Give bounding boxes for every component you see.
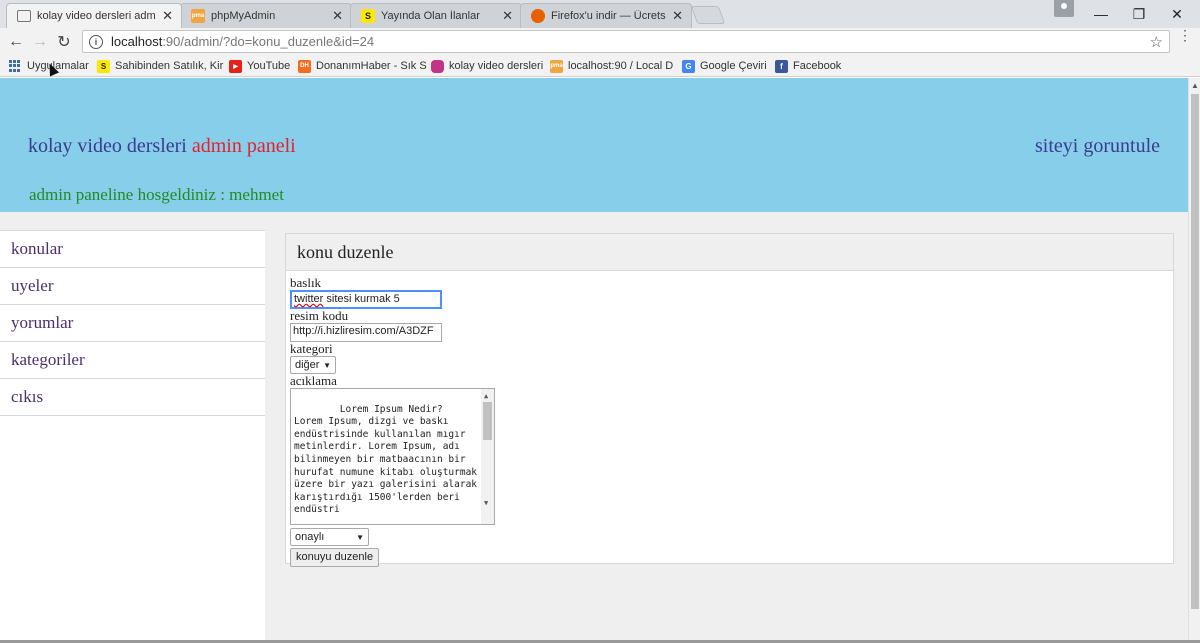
close-tab-icon[interactable]: ✕ xyxy=(162,8,173,24)
tab-strip: kolay video dersleri adm ✕ pma phpMyAdmi… xyxy=(0,0,1200,28)
user-profile-icon[interactable] xyxy=(1054,0,1074,17)
site-header: kolay video dersleri admin paneli siteyi… xyxy=(0,78,1188,212)
sahibinden-icon: S xyxy=(97,59,110,73)
tab-title: Yayında Olan İlanlar xyxy=(381,10,480,22)
page-viewport: kolay video dersleri admin paneli siteyi… xyxy=(0,78,1188,643)
browser-toolbar: ← → ↻ i localhost:90/admin/?do=konu_duze… xyxy=(0,28,1200,55)
facebook-icon: f xyxy=(775,59,788,73)
phpmyadmin-icon: pma xyxy=(191,9,205,23)
bookmarks-bar: Uygulamalar S Sahibinden Satılık, Kir ▶ … xyxy=(0,55,1200,77)
phpmyadmin-icon: pma xyxy=(550,59,563,73)
title-label: baslık xyxy=(290,275,322,290)
restore-icon[interactable]: ❐ xyxy=(1128,0,1150,28)
site-title-highlight: admin paneli xyxy=(191,135,296,157)
site-title: kolay video dersleri admin paneli xyxy=(28,135,296,158)
firefox-icon xyxy=(531,9,545,23)
status-select[interactable]: onaylı ▼ xyxy=(290,528,369,546)
tab-admin[interactable]: kolay video dersleri adm ✕ xyxy=(6,3,182,28)
bookmark-label: DonanımHaber - Sık S xyxy=(316,60,427,72)
scroll-up-icon[interactable]: ▲ xyxy=(1191,81,1199,90)
category-select-value: diğer xyxy=(295,359,320,371)
info-icon[interactable]: i xyxy=(89,34,103,49)
scroll-up-icon[interactable]: ▲ xyxy=(484,390,488,403)
chevron-down-icon: ▼ xyxy=(323,360,331,370)
scroll-down-icon[interactable]: ▼ xyxy=(484,497,488,510)
sidebar-item-yorumlar[interactable]: yorumlar xyxy=(0,305,265,342)
submit-button[interactable]: konuyu duzenle xyxy=(290,548,380,567)
panel-title: konu duzenle xyxy=(286,234,1173,271)
title-input-rest: sitesi kurmak 5 xyxy=(323,293,400,305)
tab-title: phpMyAdmin xyxy=(211,10,276,22)
tab-title: Firefox'u indir — Ücretsi xyxy=(551,10,667,22)
close-window-icon[interactable]: ✕ xyxy=(1166,0,1188,28)
description-label: acıklama xyxy=(290,373,337,388)
apps-grid-icon xyxy=(9,59,22,73)
tab-firefox[interactable]: Firefox'u indir — Ücretsi ✕ xyxy=(520,3,692,28)
chevron-down-icon: ▼ xyxy=(356,532,364,542)
scrollbar-thumb[interactable] xyxy=(483,402,492,440)
bookmark-sahibinden[interactable]: S Sahibinden Satılık, Kir xyxy=(97,58,223,74)
bookmark-star-icon[interactable]: ☆ xyxy=(1150,33,1163,51)
sidebar-item-uyeler[interactable]: uyeler xyxy=(0,268,265,305)
sidebar: konular uyeler yorumlar kategoriler cıkı… xyxy=(0,230,265,643)
new-tab-button[interactable] xyxy=(690,6,726,24)
tab-title: kolay video dersleri adm xyxy=(37,10,156,22)
sidebar-item-konular[interactable]: konular xyxy=(0,231,265,268)
tab-phpmyadmin[interactable]: pma phpMyAdmin ✕ xyxy=(180,3,352,28)
textarea-scrollbar[interactable]: ▲ ▼ xyxy=(481,389,494,524)
address-bar[interactable]: i localhost:90/admin/?do=konu_duzenle&id… xyxy=(82,30,1170,53)
bookmark-localhost[interactable]: pma localhost:90 / Local D xyxy=(550,58,673,74)
description-textarea[interactable]: Lorem Ipsum Nedir? Lorem Ipsum, dizgi ve… xyxy=(290,388,495,525)
title-input[interactable]: twitter sitesi kurmak 5 xyxy=(290,290,442,309)
url-host: localhost xyxy=(111,34,163,49)
bookmark-label: localhost:90 / Local D xyxy=(568,60,674,72)
reload-icon[interactable]: ↻ xyxy=(52,30,76,54)
back-icon[interactable]: ← xyxy=(4,30,28,54)
sidebar-item-kategoriler[interactable]: kategoriler xyxy=(0,342,265,379)
image-code-input[interactable]: http://i.hizliresim.com/A3DZF xyxy=(290,323,442,342)
bookmark-label: kolay video dersleri xyxy=(449,60,544,72)
minimize-icon[interactable]: — xyxy=(1090,0,1112,28)
page-icon xyxy=(17,10,31,22)
category-select[interactable]: diğer ▼ xyxy=(290,356,336,374)
bookmark-youtube[interactable]: ▶ YouTube xyxy=(229,58,290,74)
sahibinden-icon: S xyxy=(361,9,375,23)
edit-topic-panel: konu duzenle baslık twitter sitesi kurma… xyxy=(285,233,1174,567)
edit-topic-form: baslık twitter sitesi kurmak 5 resim kod… xyxy=(290,276,495,567)
bookmark-label: Facebook xyxy=(793,60,842,72)
bookmark-label: Google Çeviri xyxy=(700,60,767,72)
status-select-value: onaylı xyxy=(295,531,325,543)
close-tab-icon[interactable]: ✕ xyxy=(502,8,513,24)
description-text: Lorem Ipsum Nedir? Lorem Ipsum, dizgi ve… xyxy=(294,403,478,516)
page-scrollbar[interactable]: ▲ xyxy=(1188,78,1200,643)
url-path: :90/admin/?do=konu_duzenle&id=24 xyxy=(162,34,375,49)
bookmark-facebook[interactable]: f Facebook xyxy=(775,58,841,74)
image-code-label: resim kodu xyxy=(290,308,349,323)
youtube-icon: ▶ xyxy=(229,59,242,73)
menu-icon[interactable]: ⋮ xyxy=(1178,28,1192,42)
tab-sahibinden[interactable]: S Yayında Olan İlanlar ✕ xyxy=(350,3,522,28)
close-tab-icon[interactable]: ✕ xyxy=(332,8,343,24)
site-title-main: kolay video dersleri xyxy=(28,135,187,157)
bookmark-kolay-video[interactable]: kolay video dersleri xyxy=(431,58,543,74)
google-translate-icon: G xyxy=(682,59,695,73)
title-input-word: twitter xyxy=(294,293,324,305)
sidebar-item-logout[interactable]: cıkıs xyxy=(0,379,265,416)
donanimhaber-icon: DH xyxy=(298,59,311,73)
bookmark-label: YouTube xyxy=(247,60,291,72)
bookmark-google-translate[interactable]: G Google Çeviri xyxy=(682,58,767,74)
category-label: kategori xyxy=(290,341,333,356)
close-tab-icon[interactable]: ✕ xyxy=(672,8,683,24)
page-scrollbar-thumb[interactable] xyxy=(1191,94,1199,609)
forward-icon[interactable]: → xyxy=(28,30,52,54)
welcome-message: admin paneline hosgeldiniz : mehmet xyxy=(29,185,284,204)
bookmark-label: Sahibinden Satılık, Kir xyxy=(115,60,224,72)
view-site-link[interactable]: siteyi goruntule xyxy=(1035,135,1160,158)
bookmark-donanimhaber[interactable]: DH DonanımHaber - Sık S xyxy=(298,58,427,74)
instagram-icon xyxy=(431,59,444,73)
